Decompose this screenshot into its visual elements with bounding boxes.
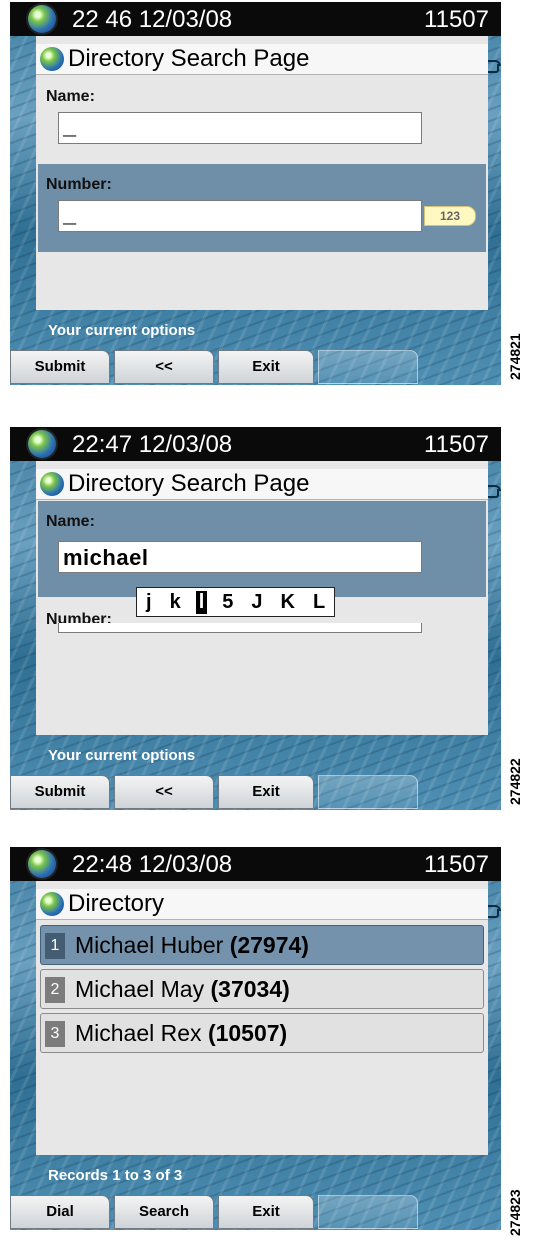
figure-id: 274821 <box>507 333 523 380</box>
empty-softkey <box>318 775 418 809</box>
dial-button[interactable]: Dial <box>10 1195 110 1229</box>
empty-softkey <box>318 350 418 384</box>
exit-button[interactable]: Exit <box>218 350 314 384</box>
entry-number: (10507) <box>207 1020 288 1046</box>
search-button[interactable]: Search <box>114 1195 214 1229</box>
globe-icon <box>28 5 56 33</box>
name-input[interactable]: _ <box>58 112 422 144</box>
status-header: 22:47 12/03/08 11507 <box>10 427 501 461</box>
phone-screen-search-empty: 22 46 12/03/08 11507 Directory Search Pa… <box>10 2 501 385</box>
figure-id: 274822 <box>507 758 523 805</box>
phone-screen-directory-results: 22:48 12/03/08 11507 Directory 1 Michael… <box>10 847 501 1230</box>
backspace-button[interactable]: << <box>114 775 214 809</box>
suggestion-char[interactable]: K <box>278 591 298 614</box>
status-text: Records 1 to 3 of 3 <box>48 1167 183 1184</box>
suggestion-char[interactable]: j <box>143 591 155 614</box>
entry-text: Michael Huber (27974) <box>75 932 309 959</box>
title-bar: Directory Search Page <box>36 44 488 75</box>
extension-number: 11507 <box>424 6 489 33</box>
name-field-group: Name: michael <box>38 501 486 597</box>
name-label: Name: <box>46 513 95 530</box>
status-header: 22:48 12/03/08 11507 <box>10 847 501 881</box>
entry-name: Michael Rex <box>75 1020 202 1046</box>
directory-entry[interactable]: 3 Michael Rex (10507) <box>40 1013 484 1053</box>
content-panel: Directory 1 Michael Huber (27974) 2 Mich… <box>36 881 488 1155</box>
submit-button[interactable]: Submit <box>10 350 110 384</box>
directory-entry[interactable]: 1 Michael Huber (27974) <box>40 925 484 965</box>
name-label: Name: <box>46 88 95 105</box>
extension-number: 11507 <box>424 851 489 878</box>
phone-screen-search-typing: 22:47 12/03/08 11507 Directory Search Pa… <box>10 427 501 810</box>
entry-text: Michael Rex (10507) <box>75 1020 287 1047</box>
exit-button[interactable]: Exit <box>218 1195 314 1229</box>
softkey-bar: Submit << Exit <box>10 350 422 384</box>
status-text: Your current options <box>48 747 196 764</box>
title-bar: Directory Search Page <box>36 469 488 500</box>
status-header: 22 46 12/03/08 11507 <box>10 2 501 36</box>
suggestion-char[interactable]: J <box>248 591 265 614</box>
number-input[interactable] <box>58 623 422 633</box>
number-label: Number: <box>46 176 112 193</box>
clock-date: 22 46 12/03/08 <box>72 6 233 33</box>
page-title: Directory <box>68 890 165 917</box>
softkey-bar: Dial Search Exit <box>10 1195 422 1229</box>
character-suggestion-bar: j k l 5 J K L <box>136 587 336 617</box>
extension-number: 11507 <box>424 431 489 458</box>
entry-name: Michael Huber <box>75 932 224 958</box>
status-text: Your current options <box>48 322 196 339</box>
entry-index: 3 <box>45 1021 65 1047</box>
softkey-bar: Submit << Exit <box>10 775 422 809</box>
globe-icon <box>40 47 64 71</box>
figure-id: 274823 <box>507 1189 523 1236</box>
entry-number: (37034) <box>210 976 290 1002</box>
directory-entry[interactable]: 2 Michael May (37034) <box>40 969 484 1009</box>
globe-icon <box>28 430 56 458</box>
numeric-mode-badge: 123 <box>424 206 476 226</box>
globe-icon <box>40 892 64 916</box>
page-title: Directory Search Page <box>68 45 310 72</box>
entry-index: 1 <box>45 933 65 959</box>
clock-date: 22:47 12/03/08 <box>72 431 233 458</box>
title-bar: Directory <box>36 889 488 920</box>
suggestion-char-selected[interactable]: l <box>195 590 208 614</box>
globe-icon <box>40 472 64 496</box>
globe-icon <box>28 850 56 878</box>
suggestion-char[interactable]: L <box>310 591 328 614</box>
content-panel: Directory Search Page Name: _ Number: _ … <box>36 36 488 310</box>
name-input[interactable]: michael <box>58 541 422 573</box>
submit-button[interactable]: Submit <box>10 775 110 809</box>
number-input[interactable]: _ <box>58 200 422 232</box>
backspace-button[interactable]: << <box>114 350 214 384</box>
suggestion-char[interactable]: 5 <box>219 591 236 614</box>
number-field-group: Number: _ 123 <box>38 164 486 252</box>
entry-number: (27974) <box>229 932 309 958</box>
entry-text: Michael May (37034) <box>75 976 290 1003</box>
exit-button[interactable]: Exit <box>218 775 314 809</box>
name-field-group: Name: _ <box>38 76 486 156</box>
suggestion-char[interactable]: k <box>167 591 184 614</box>
empty-softkey <box>318 1195 418 1229</box>
entry-index: 2 <box>45 977 65 1003</box>
entry-name: Michael May <box>75 976 205 1002</box>
page-title: Directory Search Page <box>68 470 310 497</box>
clock-date: 22:48 12/03/08 <box>72 851 233 878</box>
